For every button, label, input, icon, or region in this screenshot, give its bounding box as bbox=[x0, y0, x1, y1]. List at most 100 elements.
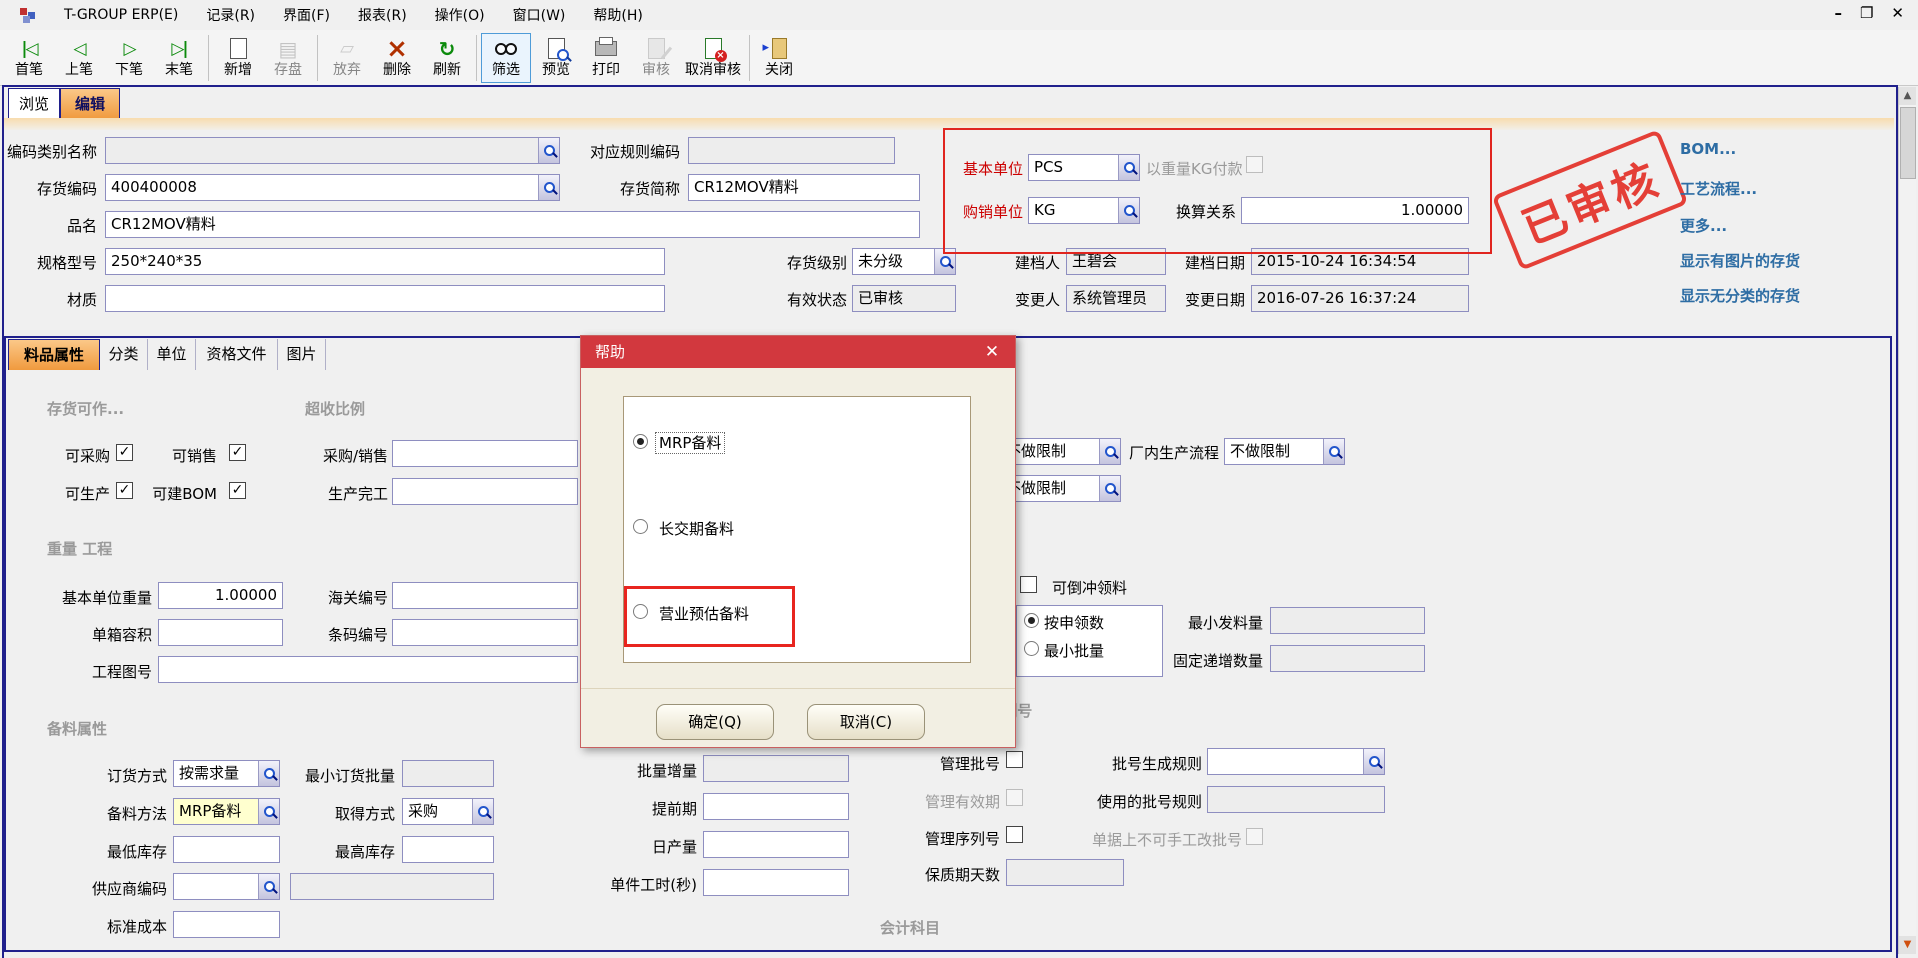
daily-output-field[interactable] bbox=[703, 831, 849, 858]
mrp-option-label[interactable]: MRP备料 bbox=[655, 432, 725, 453]
scroll-thumb[interactable] bbox=[1900, 107, 1916, 179]
manage-batch-checkbox[interactable] bbox=[1006, 751, 1023, 768]
toolbar-next-button[interactable]: ▷ 下笔 bbox=[104, 33, 154, 83]
base-weight-field[interactable]: 1.00000 bbox=[158, 582, 283, 609]
prev-record-icon: ◁ bbox=[73, 39, 84, 59]
menu-operate[interactable]: 操作(O) bbox=[435, 5, 485, 25]
item-abbr-field[interactable]: CR12MOV精料 bbox=[688, 174, 920, 201]
link-show-unclassified[interactable]: 显示无分类的存货 bbox=[1680, 285, 1800, 306]
restore-button[interactable]: ❐ bbox=[1860, 4, 1873, 22]
close-button[interactable]: ✕ bbox=[1891, 4, 1904, 22]
unit-seconds-field[interactable] bbox=[703, 869, 849, 896]
link-bom[interactable]: BOM... bbox=[1680, 140, 1736, 158]
over-purchase-field[interactable] bbox=[392, 440, 578, 467]
material-field[interactable] bbox=[105, 285, 665, 312]
manage-serial-checkbox[interactable] bbox=[1006, 826, 1023, 843]
subtab-unit[interactable]: 单位 bbox=[148, 339, 196, 370]
level-field[interactable]: 未分级 bbox=[852, 248, 956, 275]
producible-checkbox[interactable]: ✓ bbox=[116, 482, 133, 499]
link-more[interactable]: 更多... bbox=[1680, 215, 1727, 236]
conversion-field[interactable]: 1.00000 bbox=[1241, 197, 1469, 224]
order-mode-field[interactable]: 按需求量 bbox=[173, 760, 280, 787]
link-show-with-picture[interactable]: 显示有图片的存货 bbox=[1680, 250, 1800, 271]
box-volume-field[interactable] bbox=[158, 619, 283, 646]
over-finish-field[interactable] bbox=[392, 478, 578, 505]
vertical-scrollbar[interactable]: ▲ ▼ bbox=[1898, 87, 1916, 954]
subtab-qualification[interactable]: 资格文件 bbox=[196, 339, 278, 370]
magnifier-icon bbox=[478, 806, 489, 817]
supplier-code-field[interactable] bbox=[173, 873, 280, 900]
purchasable-checkbox[interactable]: ✓ bbox=[116, 444, 133, 461]
item-code-field[interactable]: 400400008 bbox=[105, 174, 560, 201]
sellable-checkbox[interactable]: ✓ bbox=[229, 444, 246, 461]
batch-rule-field[interactable] bbox=[1207, 748, 1385, 775]
spec-field[interactable]: 250*240*35 bbox=[105, 248, 665, 275]
max-stock-field[interactable] bbox=[402, 836, 494, 863]
shelf-days-field bbox=[1006, 859, 1124, 886]
toolbar-print-button[interactable]: 打印 bbox=[581, 33, 631, 83]
lookup-button[interactable] bbox=[1099, 439, 1120, 464]
can-bom-checkbox[interactable]: ✓ bbox=[229, 482, 246, 499]
toolbar-new-button[interactable]: 新增 bbox=[213, 33, 263, 83]
restriction-field-2[interactable]: 不做限制 bbox=[1000, 475, 1121, 502]
std-cost-field[interactable] bbox=[173, 911, 280, 938]
acquire-mode-field[interactable]: 采购 bbox=[402, 798, 494, 825]
mrp-option-radio[interactable] bbox=[633, 434, 648, 449]
toolbar-filter-button[interactable]: 筛选 bbox=[481, 33, 531, 83]
ok-button[interactable]: 确定(Q) bbox=[656, 704, 774, 740]
menu-window[interactable]: 窗口(W) bbox=[513, 5, 566, 25]
lookup-button[interactable] bbox=[538, 138, 559, 163]
toolbar-last-button[interactable]: ▷| 末笔 bbox=[154, 33, 204, 83]
lookup-button[interactable] bbox=[1118, 155, 1139, 180]
lookup-button[interactable] bbox=[1363, 749, 1384, 774]
toolbar-delete-button[interactable]: × 删除 bbox=[372, 33, 422, 83]
item-name-field[interactable]: CR12MOV精料 bbox=[105, 211, 920, 238]
lookup-button[interactable] bbox=[258, 799, 279, 824]
base-unit-field[interactable]: PCS bbox=[1028, 154, 1140, 181]
menu-help[interactable]: 帮助(H) bbox=[593, 5, 642, 25]
code-type-field[interactable] bbox=[105, 137, 560, 164]
lookup-button[interactable] bbox=[538, 175, 559, 200]
scroll-up-arrow[interactable]: ▲ bbox=[1899, 87, 1916, 105]
tab-edit[interactable]: 编辑 bbox=[60, 88, 120, 119]
drawing-no-field[interactable] bbox=[158, 656, 578, 683]
menu-record[interactable]: 记录(R) bbox=[206, 5, 255, 25]
lookup-button[interactable] bbox=[1118, 198, 1139, 223]
lookup-button[interactable] bbox=[258, 761, 279, 786]
customs-code-field[interactable] bbox=[392, 582, 578, 609]
toolbar-cancel-audit-button[interactable]: × 取消审核 bbox=[681, 33, 745, 83]
menu-interface[interactable]: 界面(F) bbox=[283, 5, 330, 25]
long-cycle-option-label[interactable]: 长交期备料 bbox=[659, 518, 734, 539]
minimize-button[interactable]: – bbox=[1834, 4, 1842, 22]
dialog-close-icon[interactable]: ✕ bbox=[979, 336, 1005, 368]
cancel-button[interactable]: 取消(C) bbox=[807, 704, 925, 740]
link-process-flow[interactable]: 工艺流程... bbox=[1680, 178, 1757, 199]
backflush-checkbox[interactable] bbox=[1020, 576, 1037, 593]
min-batch-radio[interactable] bbox=[1024, 641, 1039, 656]
toolbar-refresh-button[interactable]: ↻ 刷新 bbox=[422, 33, 472, 83]
lookup-button[interactable] bbox=[258, 874, 279, 899]
subtab-picture[interactable]: 图片 bbox=[278, 339, 326, 370]
toolbar-prev-button[interactable]: ◁ 上笔 bbox=[54, 33, 104, 83]
subtab-category[interactable]: 分类 bbox=[100, 339, 148, 370]
prep-method-field[interactable]: MRP备料 bbox=[173, 798, 280, 825]
min-stock-field[interactable] bbox=[173, 836, 280, 863]
toolbar-preview-button[interactable]: 预览 bbox=[531, 33, 581, 83]
long-cycle-option-radio[interactable] bbox=[633, 519, 648, 534]
lookup-button[interactable] bbox=[1323, 439, 1344, 464]
lead-time-field[interactable] bbox=[703, 793, 849, 820]
barcode-field[interactable] bbox=[392, 619, 578, 646]
trade-unit-field[interactable]: KG bbox=[1028, 197, 1140, 224]
restriction-field-1[interactable]: 不做限制 bbox=[1000, 438, 1121, 465]
lookup-button[interactable] bbox=[1099, 476, 1120, 501]
lookup-button[interactable] bbox=[472, 799, 493, 824]
factory-flow-field[interactable]: 不做限制 bbox=[1224, 438, 1345, 465]
toolbar-close-button[interactable]: 关闭 bbox=[754, 33, 804, 83]
menu-app[interactable]: T-GROUP ERP(E) bbox=[64, 7, 178, 23]
tab-browse[interactable]: 浏览 bbox=[8, 88, 60, 119]
menu-report[interactable]: 报表(R) bbox=[358, 5, 407, 25]
scroll-down-arrow[interactable]: ▼ bbox=[1899, 936, 1916, 954]
by-request-radio[interactable] bbox=[1024, 613, 1039, 628]
toolbar-first-button[interactable]: |◁ 首笔 bbox=[4, 33, 54, 83]
subtab-item-attributes[interactable]: 料品属性 bbox=[8, 339, 100, 370]
